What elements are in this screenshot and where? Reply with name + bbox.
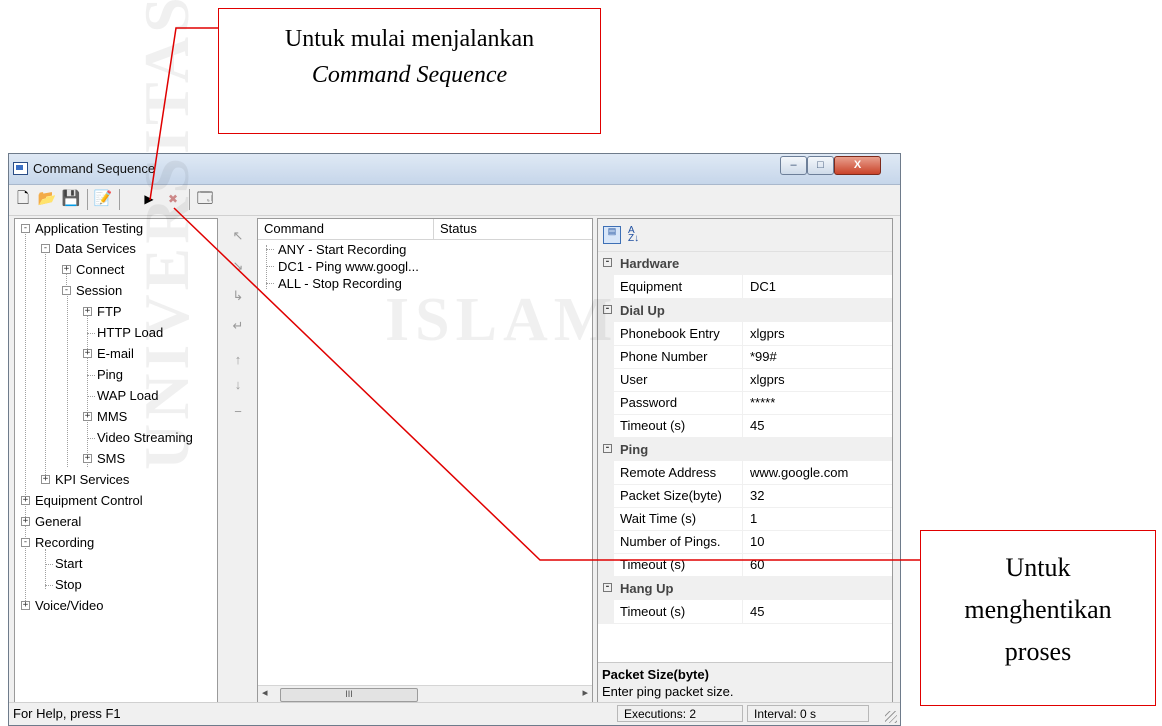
property-row[interactable]: Password ***** — [598, 391, 892, 415]
description-title: Packet Size(byte) — [602, 667, 709, 682]
categorized-icon[interactable]: ▤ — [603, 226, 621, 244]
insert-below-icon[interactable]: ↳ — [230, 288, 246, 304]
annotation-start-sequence: Untuk mulai menjalankan Command Sequence — [218, 8, 601, 134]
annotation-stop-process: Untuk menghentikan proses — [920, 530, 1156, 706]
tree-item-label: KPI Services — [55, 472, 130, 487]
column-header-command[interactable]: Command — [258, 219, 434, 240]
description-text: Enter ping packet size. — [602, 684, 734, 699]
property-row[interactable]: Equipment DC1 — [598, 275, 892, 299]
property-row[interactable]: User xlgprs — [598, 368, 892, 392]
category-hardware[interactable]: - Hardware — [598, 252, 892, 275]
tree-item-label: MMS — [97, 409, 128, 424]
insert-return-icon[interactable]: ↵ — [230, 318, 246, 334]
new-document-icon[interactable]: 🗋 — [13, 189, 33, 209]
tree-item-label: Equipment Control — [35, 493, 143, 508]
collapse-toggle[interactable]: - — [21, 224, 30, 233]
collapse-toggle[interactable]: - — [62, 286, 71, 295]
property-row[interactable]: Timeout (s) 60 — [598, 553, 892, 577]
tree-item-label: Application Testing — [35, 221, 144, 236]
tree-item-label: Connect — [76, 262, 125, 277]
property-row[interactable]: Phone Number *99# — [598, 345, 892, 369]
property-row[interactable]: Wait Time (s) 1 — [598, 507, 892, 531]
property-row[interactable]: Phonebook Entry xlgprs — [598, 322, 892, 346]
expand-toggle[interactable]: + — [83, 454, 92, 463]
property-description: Packet Size(byte) Enter ping packet size… — [598, 662, 892, 703]
expand-toggle[interactable]: + — [62, 265, 71, 274]
expand-toggle[interactable]: + — [21, 601, 30, 610]
expand-toggle[interactable]: + — [41, 475, 50, 484]
move-up-left-icon[interactable]: ↖ — [230, 228, 246, 244]
command-row-label: ANY - Start Recording — [278, 242, 407, 257]
tree-item-label: Ping — [97, 367, 124, 382]
tree-item-label: FTP — [97, 304, 122, 319]
property-row[interactable]: Number of Pings. 10 — [598, 530, 892, 554]
scroll-thumb[interactable]: III — [280, 688, 418, 702]
save-icon[interactable]: 💾 — [61, 189, 81, 209]
annotation-start-line1: Untuk mulai menjalankan — [284, 26, 535, 52]
resize-grip-icon[interactable] — [885, 711, 897, 723]
property-row[interactable]: Timeout (s) 45 — [598, 414, 892, 438]
close-button[interactable]: X — [834, 156, 881, 175]
move-down-icon[interactable]: ↓ — [230, 377, 246, 392]
minimize-button[interactable]: – — [780, 156, 807, 175]
category-ping[interactable]: - Ping — [598, 438, 892, 461]
annotation-start-line2: Command Sequence — [311, 62, 508, 88]
tree-item-label: General — [35, 514, 82, 529]
open-folder-icon[interactable]: 📂 — [37, 189, 57, 209]
tree-item-label: Start — [55, 556, 83, 571]
tree-item-label: Voice/Video — [35, 598, 104, 613]
property-row[interactable]: Remote Address www.google.com — [598, 461, 892, 485]
category-hang-up[interactable]: - Hang Up — [598, 577, 892, 600]
expand-toggle[interactable]: + — [83, 349, 92, 358]
properties-toolbar: ▤ A Z↓ — [598, 219, 892, 252]
app-icon — [13, 162, 28, 175]
move-up-icon[interactable]: ↑ — [230, 352, 246, 367]
scroll-right-icon[interactable]: ▸ — [582, 686, 588, 699]
expand-toggle[interactable]: + — [83, 412, 92, 421]
status-executions: Executions: 2 — [617, 705, 743, 722]
tree-item-label: Recording — [35, 535, 95, 550]
status-help-text: For Help, press F1 — [13, 706, 121, 721]
category-dial-up[interactable]: - Dial Up — [598, 299, 892, 322]
tree-item-label: Session — [76, 283, 123, 298]
property-row[interactable]: Packet Size(byte) 32 — [598, 484, 892, 508]
collapse-toggle[interactable]: - — [41, 244, 50, 253]
edit-icon[interactable]: 📝 — [93, 189, 113, 209]
expand-toggle[interactable]: + — [21, 517, 30, 526]
status-bar: For Help, press F1 Executions: 2 Interva… — [9, 702, 900, 725]
remove-icon[interactable]: − — [230, 404, 246, 419]
expand-toggle[interactable]: + — [83, 307, 92, 316]
tree-item-label: Data Services — [55, 241, 136, 256]
collapse-toggle[interactable]: - — [21, 538, 30, 547]
command-row[interactable]: ALL - Stop Recording — [262, 275, 402, 292]
alphabetical-sort-icon[interactable]: A Z↓ — [628, 226, 642, 244]
command-row-label: ALL - Stop Recording — [278, 276, 402, 291]
move-down-right-icon[interactable]: ↘ — [230, 258, 246, 274]
status-interval: Interval: 0 s — [747, 705, 869, 722]
watermark-top: ISLAM — [385, 286, 619, 354]
column-header-status[interactable]: Status — [434, 219, 592, 240]
sequence-buttons: ↖ ↘ ↳ ↵ ↑ ↓ − — [218, 218, 256, 704]
command-row[interactable]: ANY - Start Recording — [262, 241, 406, 258]
tree-item-label: SMS — [97, 451, 126, 466]
horizontal-scrollbar[interactable]: ◂ III ▸ — [258, 685, 592, 703]
toolbar-separator — [87, 189, 88, 210]
command-row-label: DC1 - Ping www.googl... — [278, 259, 419, 274]
annotation-stop-line3: proses — [1004, 637, 1072, 666]
annotation-stop-line1: Untuk — [1005, 553, 1071, 582]
command-row[interactable]: DC1 - Ping www.googl... — [262, 258, 419, 275]
tree-item-label: E-mail — [97, 346, 134, 361]
watermark-side: UNIVERSITAS — [131, 0, 202, 470]
annotation-stop-line2: menghentikan — [964, 595, 1112, 624]
scroll-left-icon[interactable]: ◂ — [262, 686, 268, 699]
properties-grid: ▤ A Z↓ - Hardware Equipment DC1 - Dial Up P… — [597, 218, 893, 704]
property-row[interactable]: Timeout (s) 45 — [598, 600, 892, 624]
expand-toggle[interactable]: + — [21, 496, 30, 505]
toolbar-separator — [119, 189, 120, 210]
maximize-button[interactable]: □ — [807, 156, 834, 175]
tree-item-label: Stop — [55, 577, 82, 592]
